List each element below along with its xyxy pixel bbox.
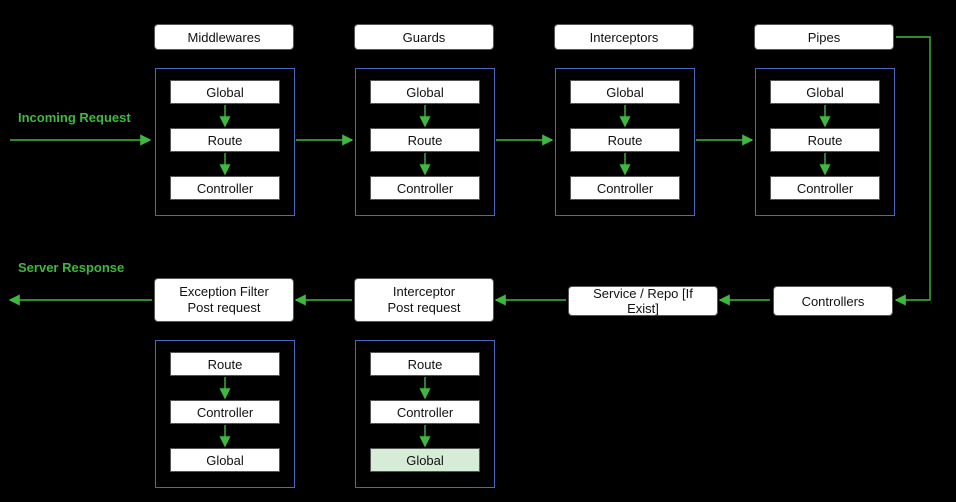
stage-item: Route	[370, 352, 480, 376]
stage-item: Route	[170, 352, 280, 376]
title-line: Exception Filter	[179, 284, 269, 300]
box-controllers: Controllers	[773, 286, 893, 316]
stage-item: Route	[770, 128, 880, 152]
diagram-canvas: Incoming Request Server Response Middlew…	[0, 0, 956, 502]
stage-item: Route	[370, 128, 480, 152]
label-incoming: Incoming Request	[18, 110, 131, 125]
stage-item: Route	[570, 128, 680, 152]
stage-item: Controller	[370, 176, 480, 200]
stage-item: Controller	[170, 400, 280, 424]
title-line: Post request	[388, 300, 461, 316]
stage-title-multiline: Interceptor Post request	[354, 278, 494, 322]
stage-title: Middlewares	[154, 24, 294, 50]
stage-item: Global	[370, 80, 480, 104]
stage-item: Route	[170, 128, 280, 152]
stage-item: Controller	[170, 176, 280, 200]
stage-title: Guards	[354, 24, 494, 50]
stage-title: Pipes	[754, 24, 894, 50]
stage-item-highlight: Global	[370, 448, 480, 472]
stage-item: Controller	[370, 400, 480, 424]
stage-title-multiline: Exception Filter Post request	[154, 278, 294, 322]
box-service-repo: Service / Repo [If Exist]	[568, 286, 718, 316]
title-line: Interceptor	[393, 284, 455, 300]
stage-item: Global	[570, 80, 680, 104]
title-line: Post request	[188, 300, 261, 316]
label-response: Server Response	[18, 260, 124, 275]
stage-item: Controller	[770, 176, 880, 200]
stage-item: Global	[170, 80, 280, 104]
stage-item: Controller	[570, 176, 680, 200]
stage-item: Global	[170, 448, 280, 472]
stage-title: Interceptors	[554, 24, 694, 50]
stage-item: Global	[770, 80, 880, 104]
